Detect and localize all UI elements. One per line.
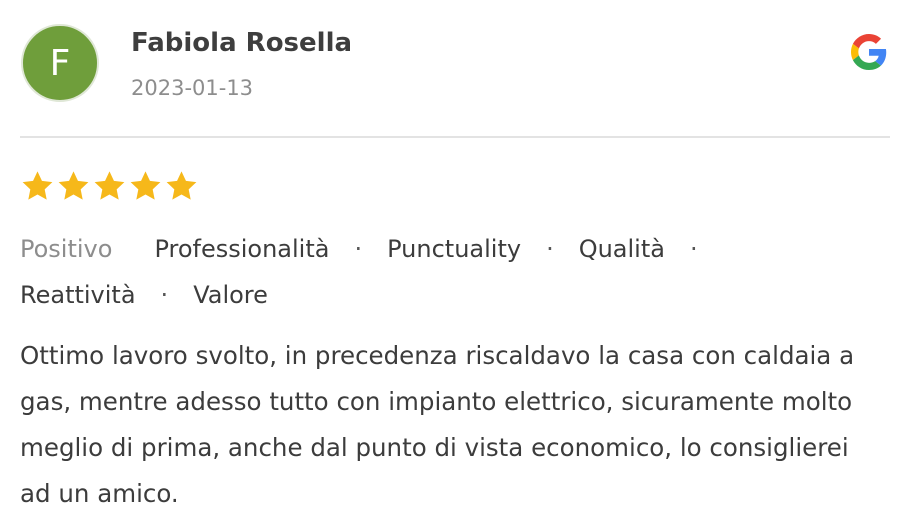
tag-item: Professionalità <box>154 235 330 263</box>
tag-item: Punctuality <box>387 235 522 263</box>
tags-line-2: Reattività · Valore <box>20 272 780 318</box>
star-icon <box>58 171 89 200</box>
star-rating <box>20 169 199 204</box>
tag-separator: · <box>689 235 698 263</box>
tag-separator: · <box>546 235 554 263</box>
tag-item: Reattività <box>20 281 136 309</box>
tag-separator: · <box>354 235 363 263</box>
avatar: F <box>21 24 99 102</box>
tags-line-1: Positivo Professionalità · Punctuality · Qual… <box>20 226 780 272</box>
tag-item: Valore <box>193 281 268 309</box>
review-date: 2023-01-13 <box>131 76 254 100</box>
avatar-letter: F <box>49 42 71 84</box>
tags-lead-label: Positivo <box>20 235 113 263</box>
google-g-icon <box>851 34 887 70</box>
tag-item: Qualità <box>578 235 665 263</box>
review-text: Ottimo lavoro svolto, in precedenza risc… <box>20 341 855 508</box>
review-tags: Positivo Professionalità · Punctuality · Qual… <box>20 226 780 318</box>
reviewer-name: Fabiola Rosella <box>131 28 353 58</box>
header-divider <box>20 136 890 138</box>
review-card: F Fabiola Rosella 2023-01-13 Positivo Pro… <box>0 0 910 528</box>
tag-separator: · <box>160 281 169 309</box>
star-icon <box>22 171 53 200</box>
star-icon <box>130 171 161 200</box>
star-icon <box>166 171 197 200</box>
star-icon <box>94 171 125 200</box>
